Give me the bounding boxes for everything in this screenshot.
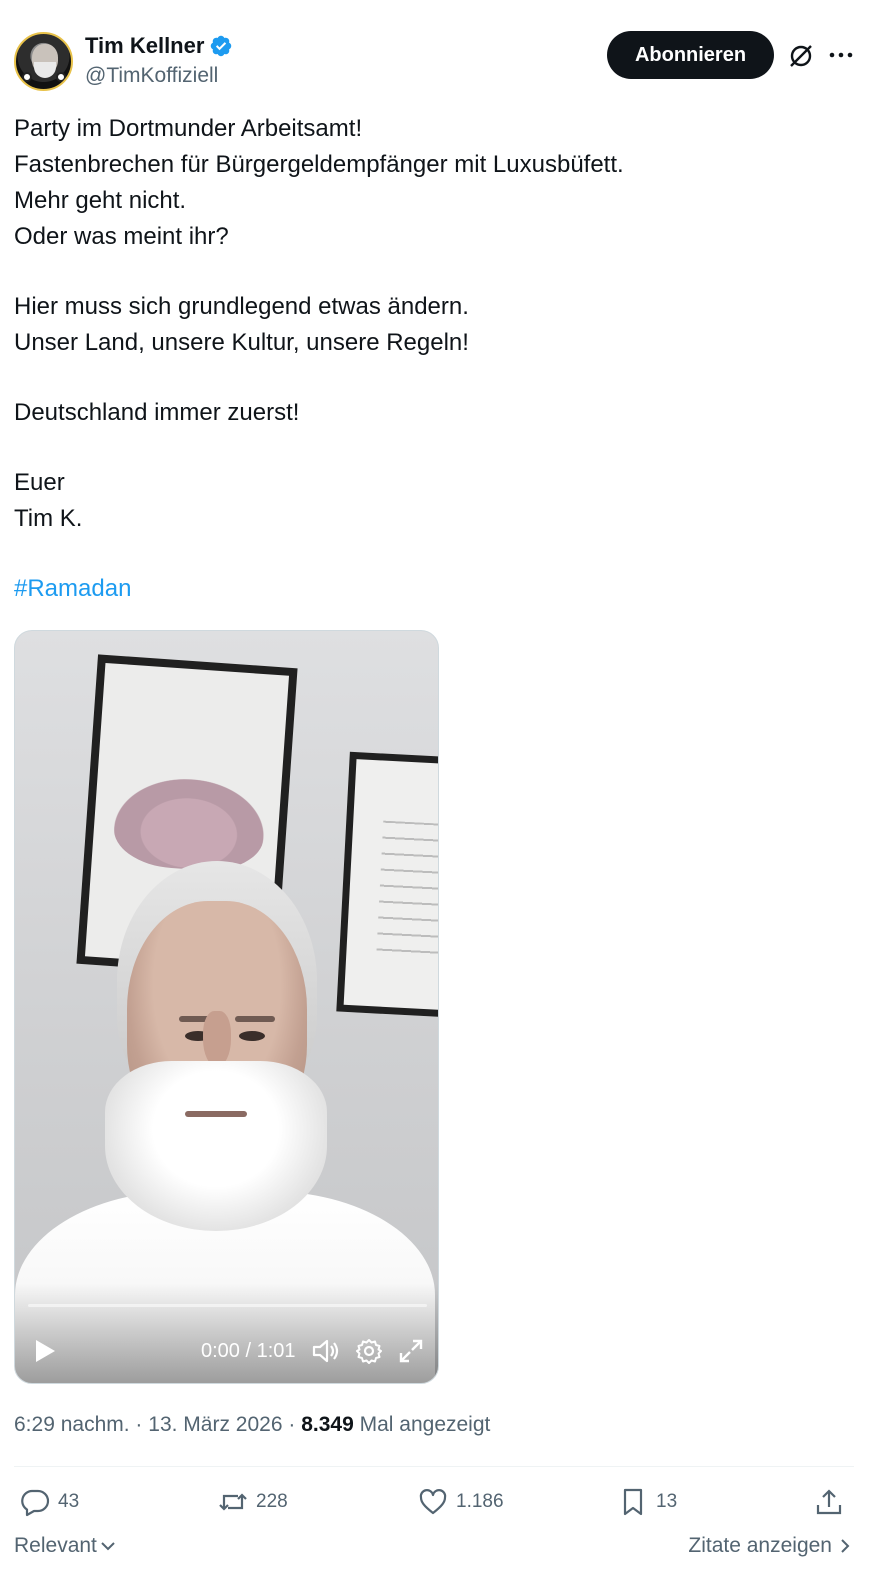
cow-illustration <box>111 774 268 875</box>
post-paragraph-2: Hier muss sich grundlegend etwas ändern.… <box>14 293 469 356</box>
repost-button[interactable]: 228 <box>218 1484 288 1520</box>
share-button[interactable] <box>814 1484 844 1520</box>
more-options-icon[interactable] <box>828 42 854 68</box>
author-name-row[interactable]: Tim Kellner <box>85 32 233 60</box>
avatar-patch-right <box>56 72 66 82</box>
post-paragraph-1: Party im Dortmunder Arbeitsamt! Fastenbr… <box>14 115 624 250</box>
video-progress-bar[interactable] <box>28 1304 427 1307</box>
action-bar: 43 228 1.186 13 <box>14 1484 854 1520</box>
quotes-label: Zitate anzeigen <box>688 1534 832 1557</box>
eye-right <box>239 1031 265 1041</box>
post-header: Tim Kellner @TimKoffiziell Abonnieren <box>14 30 868 92</box>
like-button[interactable]: 1.186 <box>418 1484 504 1520</box>
post-time[interactable]: 6:29 nachm. <box>14 1413 130 1436</box>
view-quotes-link[interactable]: Zitate anzeigen <box>688 1534 854 1558</box>
bookmark-count: 13 <box>656 1491 678 1512</box>
post-meta: 6:29 nachm. · 13. März 2026 · 8.349 Mal … <box>14 1411 490 1439</box>
repost-icon <box>219 1493 247 1511</box>
views-count[interactable]: 8.349 <box>301 1413 354 1436</box>
mouth <box>185 1111 247 1117</box>
bookmark-button[interactable]: 13 <box>618 1484 677 1520</box>
post-date[interactable]: 13. März 2026 <box>148 1413 282 1436</box>
sort-dropdown[interactable]: Relevant <box>14 1534 117 1558</box>
chevron-right-icon <box>841 1539 850 1553</box>
like-count: 1.186 <box>456 1491 504 1512</box>
brow-right <box>235 1016 275 1022</box>
verified-badge-icon <box>211 35 232 57</box>
post-paragraph-3: Deutschland immer zuerst! <box>14 399 300 426</box>
chevron-down-icon <box>101 1542 115 1551</box>
subscribe-button[interactable]: Abonnieren <box>607 31 774 79</box>
play-icon[interactable] <box>32 1337 58 1365</box>
repost-count: 228 <box>256 1491 288 1512</box>
author-handle[interactable]: @TimKoffiziell <box>85 62 233 90</box>
meta-separator-2: · <box>288 1413 296 1436</box>
replies-footer: Relevant Zitate anzeigen <box>14 1534 854 1564</box>
grok-icon[interactable] <box>787 42 815 70</box>
volume-muted-icon[interactable] <box>311 1337 341 1365</box>
video-player[interactable]: 0:00 / 1:01 <box>14 630 439 1384</box>
hashtag-link[interactable]: #Ramadan <box>14 575 131 602</box>
fullscreen-icon[interactable] <box>397 1337 425 1365</box>
bookmark-icon <box>623 1488 643 1516</box>
avatar-patch-left <box>22 72 32 82</box>
reply-button[interactable]: 43 <box>20 1484 79 1520</box>
post-text: Party im Dortmunder Arbeitsamt! Fastenbr… <box>14 111 854 607</box>
avatar-beard <box>34 62 56 78</box>
nose <box>203 1011 231 1067</box>
share-icon <box>816 1489 842 1515</box>
meta-separator-1: · <box>135 1413 143 1436</box>
reply-count: 43 <box>58 1491 80 1512</box>
beard <box>105 1061 327 1231</box>
author-display-name[interactable]: Tim Kellner <box>85 32 204 60</box>
reply-icon <box>21 1489 50 1517</box>
video-controls-overlay <box>15 1283 438 1383</box>
author-block: Tim Kellner @TimKoffiziell <box>85 32 233 90</box>
divider <box>14 1466 854 1467</box>
views-label: Mal angezeigt <box>359 1413 491 1436</box>
avatar[interactable] <box>14 32 73 91</box>
video-time: 0:00 / 1:01 <box>201 1340 296 1362</box>
settings-gear-icon[interactable] <box>355 1337 383 1365</box>
post-paragraph-4: Euer Tim K. <box>14 469 83 532</box>
sort-label: Relevant <box>14 1534 97 1557</box>
heart-icon <box>419 1489 447 1515</box>
